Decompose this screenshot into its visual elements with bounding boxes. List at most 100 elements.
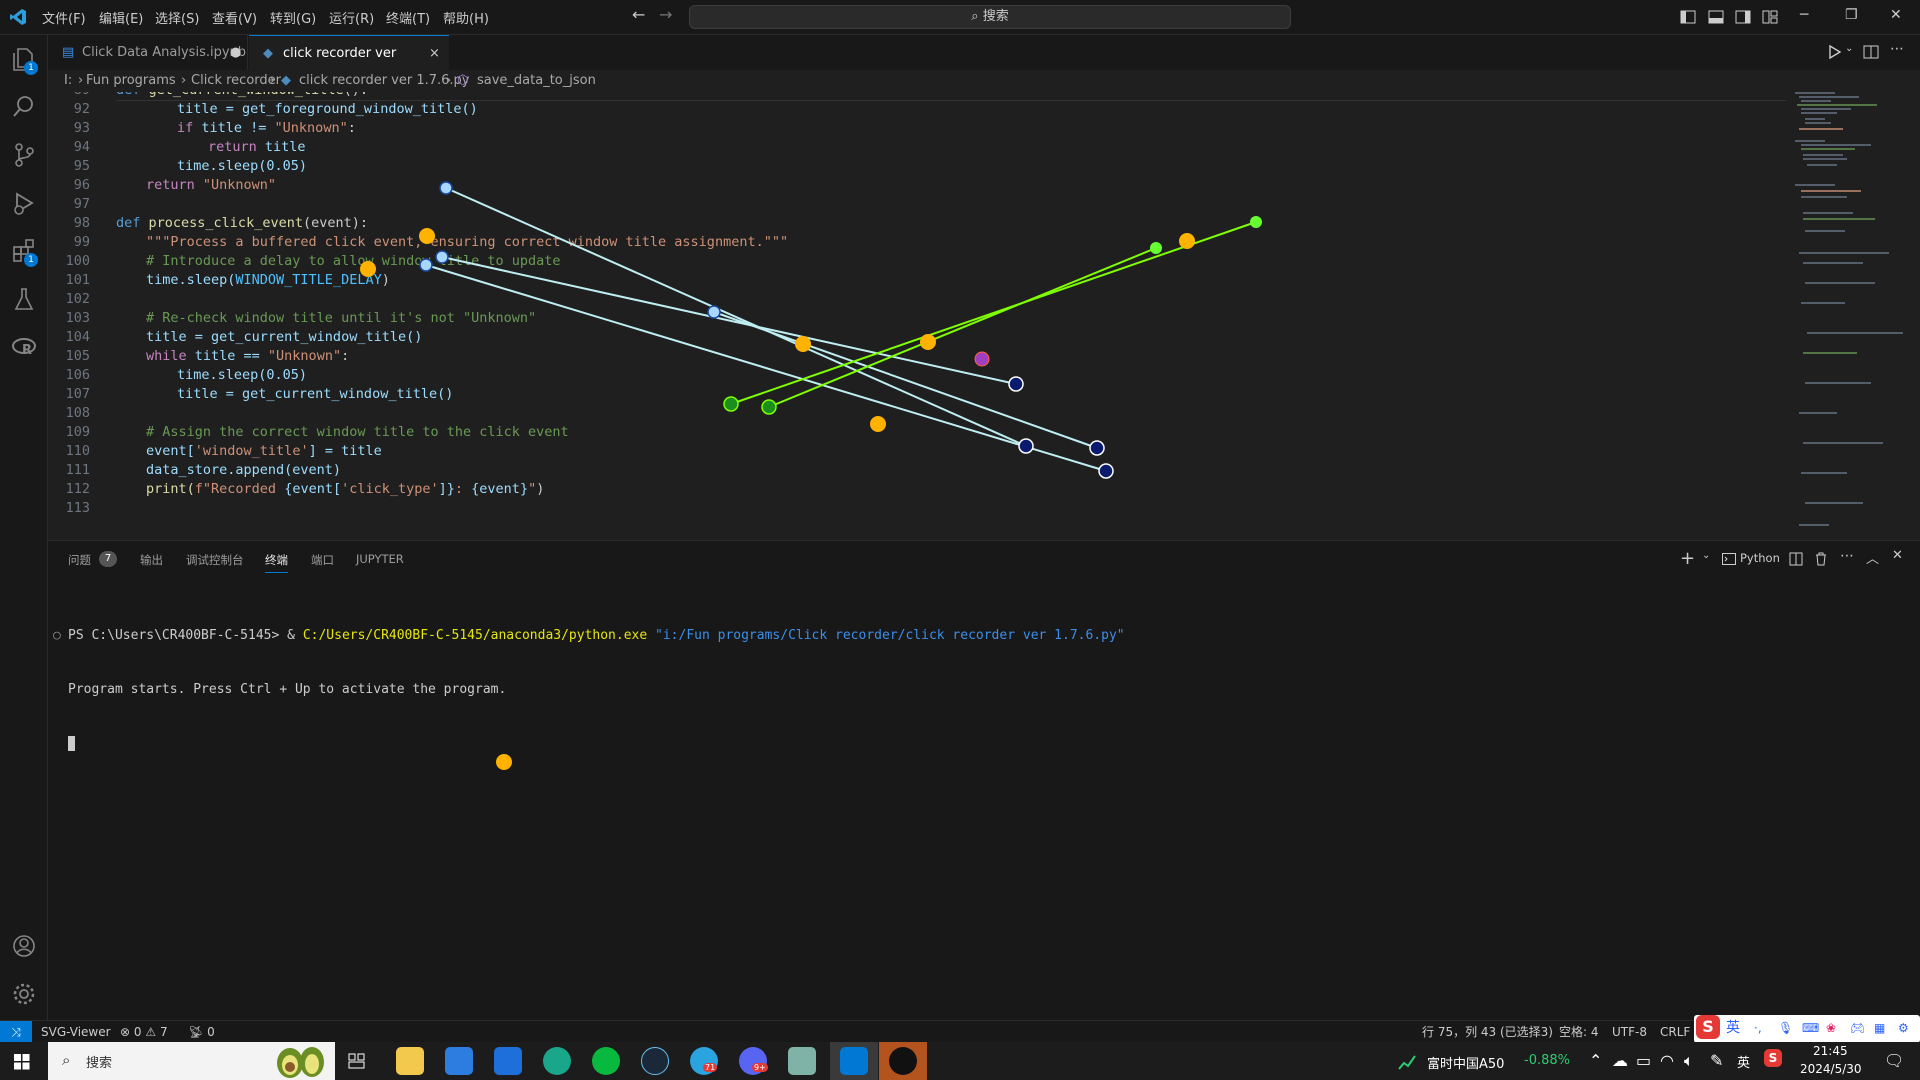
file-explorer-icon[interactable] bbox=[396, 1047, 424, 1075]
terminal-dropdown-chevron-icon[interactable]: ⌄ bbox=[1702, 550, 1710, 561]
status-problems[interactable]: ⊗ 0 ⚠ 7 bbox=[120, 1021, 168, 1043]
vscode-taskbar-active[interactable] bbox=[830, 1042, 878, 1080]
r-language-icon[interactable]: R bbox=[10, 333, 38, 361]
menu-file[interactable]: 文件(F) bbox=[42, 8, 86, 27]
microsoft-store-icon[interactable] bbox=[445, 1047, 473, 1075]
run-options-chevron-icon[interactable]: ⌄ bbox=[1845, 43, 1853, 54]
line-number: 112 bbox=[65, 481, 90, 497]
tab-output[interactable]: 输出 bbox=[140, 552, 163, 568]
customize-layout-icon[interactable] bbox=[1762, 9, 1778, 25]
breadcrumb-symbol[interactable]: save_data_to_json bbox=[477, 70, 596, 92]
menu-edit[interactable]: 编辑(E) bbox=[99, 8, 143, 27]
task-view-icon[interactable] bbox=[348, 1053, 366, 1069]
source-control-icon[interactable] bbox=[10, 141, 38, 169]
split-terminal-icon[interactable] bbox=[1789, 552, 1803, 566]
settings-gear-icon[interactable] bbox=[10, 980, 38, 1008]
minimize-icon[interactable]: ─ bbox=[1800, 7, 1808, 23]
maximize-panel-chevron-up-icon[interactable]: ︿ bbox=[1866, 548, 1879, 567]
onedrive-cloud-icon[interactable]: ☁︎ bbox=[1612, 1051, 1628, 1070]
toolbox-grid-icon[interactable]: ▦ bbox=[1874, 1015, 1885, 1041]
tab-terminal[interactable]: 终端 bbox=[265, 552, 288, 573]
status-cursor-position[interactable]: 行 75，列 43 (已选择3) bbox=[1422, 1021, 1553, 1043]
tab-ports[interactable]: 端口 bbox=[311, 552, 334, 568]
close-window-icon[interactable]: ✕ bbox=[1890, 7, 1902, 23]
breadcrumb-file[interactable]: click recorder ver 1.7.6.py bbox=[299, 70, 470, 92]
close-tab-icon[interactable]: × bbox=[429, 36, 440, 71]
command-search[interactable]: ⌕ 搜索 bbox=[689, 5, 1291, 29]
qq-taskbar-active[interactable] bbox=[879, 1042, 927, 1080]
breadcrumb-folder[interactable]: Click recorder bbox=[191, 70, 281, 92]
show-hidden-icons-chevron-icon[interactable]: ⌃ bbox=[1589, 1051, 1602, 1070]
status-encoding[interactable]: UTF-8 bbox=[1612, 1021, 1647, 1043]
accounts-icon[interactable] bbox=[10, 932, 38, 960]
ime-toolbar[interactable]: S 英 ·, 🎙︎ ⌨︎ ❀ 🎮︎ ▦ ⚙︎ bbox=[1694, 1015, 1920, 1043]
status-remote-label[interactable]: SVG-Viewer bbox=[41, 1021, 111, 1043]
skin-icon[interactable]: ❀ bbox=[1826, 1015, 1836, 1041]
keyboard-icon[interactable]: ⌨︎ bbox=[1802, 1015, 1819, 1041]
code-editor[interactable]: 89 92 93 94 95 96 97 98 99 100 101 102 1… bbox=[48, 92, 1793, 538]
terminal-output[interactable]: ○ PS C:\Users\CR400BF-C-5145> & C:/Users/… bbox=[53, 591, 1125, 789]
restore-icon[interactable]: ❐ bbox=[1845, 7, 1858, 23]
status-ports[interactable]: 📡︎ 0 bbox=[188, 1021, 215, 1043]
remote-indicator-icon[interactable]: ⤨ bbox=[0, 1021, 32, 1043]
kill-terminal-trash-icon[interactable] bbox=[1814, 552, 1828, 566]
status-indentation[interactable]: 空格: 4 bbox=[1559, 1021, 1599, 1043]
terminal-profile-name[interactable]: Python bbox=[1740, 551, 1780, 565]
ime-settings-icon[interactable]: ⚙︎ bbox=[1898, 1015, 1909, 1041]
ime-mode-label[interactable]: 英 bbox=[1726, 1015, 1740, 1041]
minimap[interactable] bbox=[1793, 92, 1913, 538]
tab-jupyter[interactable]: JUPYTER bbox=[356, 552, 404, 566]
line-number: 97 bbox=[73, 196, 90, 212]
svg-text:R: R bbox=[22, 343, 32, 358]
steam-icon[interactable] bbox=[641, 1047, 669, 1075]
search-icon[interactable] bbox=[10, 93, 38, 121]
microphone-icon[interactable]: 🎙︎ bbox=[1778, 1015, 1793, 1041]
sogou-logo-icon[interactable]: S bbox=[1696, 1015, 1720, 1039]
taskbar-search-box[interactable]: ⌕ 搜索 bbox=[48, 1042, 335, 1080]
forward-arrow-icon[interactable]: → bbox=[659, 5, 672, 24]
tab-click-data-analysis[interactable]: ▤ Click Data Analysis.ipynb ● bbox=[48, 35, 248, 70]
battery-icon[interactable]: ▭ bbox=[1636, 1051, 1651, 1070]
windows-start-icon[interactable] bbox=[14, 1054, 30, 1070]
menu-view[interactable]: 查看(V) bbox=[212, 8, 257, 27]
menu-terminal[interactable]: 终端(T) bbox=[386, 8, 430, 27]
mail-icon[interactable] bbox=[494, 1047, 522, 1075]
clock-date[interactable]: 2024/5/30 bbox=[1800, 1062, 1862, 1076]
vscode-logo-icon[interactable] bbox=[9, 8, 27, 26]
volume-icon[interactable]: 🔈︎ bbox=[1684, 1051, 1694, 1071]
tab-problems[interactable]: 问题 bbox=[68, 552, 91, 568]
status-eol[interactable]: CRLF bbox=[1660, 1021, 1690, 1043]
menu-selection[interactable]: 选择(S) bbox=[155, 8, 199, 27]
input-language-label[interactable]: 英 bbox=[1737, 1052, 1750, 1071]
menu-go[interactable]: 转到(G) bbox=[270, 8, 316, 27]
punctuation-icon[interactable]: ·, bbox=[1754, 1015, 1762, 1041]
back-arrow-icon[interactable]: ← bbox=[632, 5, 645, 24]
tab-click-recorder[interactable]: ◆ click recorder ver 1.7.6.py × bbox=[249, 35, 449, 96]
menu-help[interactable]: 帮助(H) bbox=[443, 8, 489, 27]
sogou-tray-icon[interactable]: S bbox=[1764, 1049, 1782, 1067]
testing-flask-icon[interactable] bbox=[10, 285, 38, 313]
new-terminal-plus-icon[interactable]: + bbox=[1680, 548, 1695, 569]
run-debug-icon[interactable] bbox=[10, 189, 38, 217]
run-python-file-icon[interactable] bbox=[1826, 44, 1842, 60]
tab-debug-console[interactable]: 调试控制台 bbox=[186, 552, 244, 568]
breadcrumb-drive[interactable]: I: bbox=[64, 70, 72, 92]
gamepad-icon[interactable]: 🎮︎ bbox=[1850, 1015, 1865, 1041]
toggle-secondary-sidebar-icon[interactable] bbox=[1735, 9, 1751, 25]
menu-run[interactable]: 运行(R) bbox=[329, 8, 374, 27]
toggle-panel-icon[interactable] bbox=[1708, 9, 1724, 25]
clock-time[interactable]: 21:45 bbox=[1813, 1044, 1848, 1058]
edge-dev-browser-icon[interactable] bbox=[543, 1047, 571, 1075]
split-editor-icon[interactable] bbox=[1863, 44, 1879, 60]
breadcrumb-folder[interactable]: Fun programs bbox=[86, 70, 176, 92]
more-actions-icon[interactable]: ⋯ bbox=[1890, 41, 1904, 57]
close-panel-icon[interactable]: ✕ bbox=[1892, 548, 1903, 563]
notification-center-icon[interactable]: 🗨︎ bbox=[1884, 1051, 1904, 1070]
toggle-sidebar-icon[interactable] bbox=[1680, 9, 1696, 25]
panel-more-actions-icon[interactable]: ⋯ bbox=[1840, 548, 1854, 564]
wechat-icon[interactable] bbox=[592, 1047, 620, 1075]
wifi-icon[interactable]: ◠ bbox=[1660, 1051, 1674, 1070]
pen-icon[interactable]: ✎ bbox=[1710, 1051, 1723, 1070]
stock-name[interactable]: 富时中国A50 bbox=[1427, 1053, 1504, 1072]
notepad-icon[interactable] bbox=[788, 1047, 816, 1075]
